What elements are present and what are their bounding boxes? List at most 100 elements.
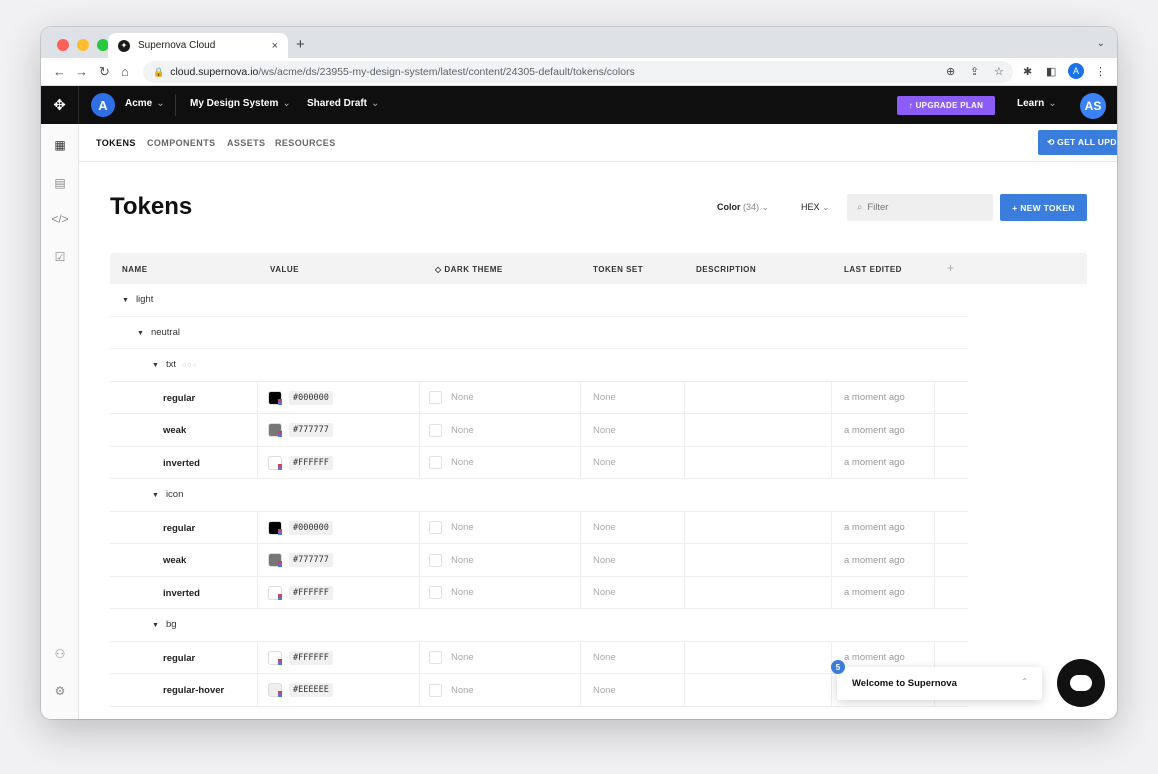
- welcome-widget[interactable]: Welcome to Supernova ⌃: [837, 667, 1042, 700]
- description-cell[interactable]: [684, 674, 831, 707]
- theme-checkbox[interactable]: [429, 683, 442, 697]
- value-cell[interactable]: #FFFFFF: [257, 576, 419, 609]
- value-cell[interactable]: #EEEEEE: [257, 674, 419, 707]
- theme-checkbox[interactable]: [429, 651, 442, 665]
- reload-icon[interactable]: ↻: [99, 64, 110, 80]
- token-set-cell[interactable]: None: [580, 414, 684, 447]
- new-token-button[interactable]: + NEW TOKEN: [1000, 194, 1087, 221]
- back-arrow-icon[interactable]: ←: [53, 64, 66, 79]
- table-row[interactable]: regular #000000 None None a moment ago: [110, 511, 968, 544]
- dark-theme-cell[interactable]: None: [419, 576, 580, 609]
- add-user-icon[interactable]: ⚇: [41, 647, 79, 661]
- address-bar[interactable]: 🔒 cloud.supernova.io/ws/acme/ds/23955-my…: [143, 61, 1013, 83]
- documentation-icon[interactable]: ▤: [41, 176, 79, 190]
- group-row-icon[interactable]: ▼ icon: [110, 479, 968, 512]
- token-set-cell[interactable]: None: [580, 544, 684, 577]
- close-window-button[interactable]: [57, 39, 69, 51]
- browser-menu-icon[interactable]: ⋮: [1095, 65, 1106, 78]
- code-icon[interactable]: </>: [41, 212, 79, 226]
- dark-theme-cell[interactable]: None: [419, 544, 580, 577]
- theme-checkbox[interactable]: [429, 586, 442, 600]
- caret-down-icon[interactable]: ▼: [152, 492, 159, 499]
- home-icon[interactable]: ⌂: [121, 64, 129, 79]
- description-cell[interactable]: [684, 641, 831, 674]
- column-header-token-set[interactable]: TOKEN SET: [593, 265, 643, 274]
- more-dots-icon[interactable]: ○○○: [182, 362, 198, 369]
- theme-checkbox[interactable]: [429, 391, 442, 405]
- theme-checkbox[interactable]: [429, 423, 442, 437]
- column-header-value[interactable]: VALUE: [270, 265, 299, 274]
- theme-checkbox[interactable]: [429, 456, 442, 470]
- dark-theme-cell[interactable]: None: [419, 641, 580, 674]
- tab-assets[interactable]: ASSETS: [227, 138, 265, 148]
- value-cell[interactable]: #FFFFFF: [257, 641, 419, 674]
- table-row[interactable]: weak #777777 None None a moment ago: [110, 544, 968, 577]
- new-tab-button[interactable]: +: [296, 36, 305, 53]
- version-switcher[interactable]: Shared Draft ⌄: [307, 98, 379, 109]
- dark-theme-cell[interactable]: None: [419, 674, 580, 707]
- get-all-updates-button[interactable]: ⟲ GET ALL UPDATES: [1038, 130, 1117, 155]
- description-cell[interactable]: [684, 576, 831, 609]
- group-row-bg[interactable]: ▼ bg: [110, 609, 968, 642]
- column-header-name[interactable]: NAME: [122, 265, 148, 274]
- theme-checkbox[interactable]: [429, 553, 442, 567]
- tokens-grid-icon[interactable]: ▦: [41, 138, 79, 152]
- extensions-icon[interactable]: ✱: [1023, 65, 1032, 78]
- description-cell[interactable]: [684, 414, 831, 447]
- tab-search-chevron-icon[interactable]: ⌄: [1097, 38, 1105, 49]
- color-format-dropdown[interactable]: HEX ⌄: [801, 202, 830, 213]
- token-set-cell[interactable]: None: [580, 511, 684, 544]
- description-cell[interactable]: [684, 446, 831, 479]
- tab-resources[interactable]: RESOURCES: [275, 138, 336, 148]
- dark-theme-cell[interactable]: None: [419, 414, 580, 447]
- filter-input[interactable]: [867, 202, 978, 213]
- add-column-icon[interactable]: +: [947, 261, 955, 275]
- table-row[interactable]: regular #000000 None None a moment ago: [110, 381, 968, 414]
- caret-down-icon[interactable]: ▼: [152, 362, 159, 369]
- table-row[interactable]: inverted #FFFFFF None None a moment ago: [110, 446, 968, 479]
- token-set-cell[interactable]: None: [580, 381, 684, 414]
- value-cell[interactable]: #000000: [257, 511, 419, 544]
- browser-tab[interactable]: ✦ Supernova Cloud ×: [108, 33, 288, 58]
- group-row-txt[interactable]: ▼ txt ○○○: [110, 349, 968, 382]
- user-avatar[interactable]: AS: [1080, 93, 1106, 119]
- dark-theme-cell[interactable]: None: [419, 381, 580, 414]
- value-cell[interactable]: #000000: [257, 381, 419, 414]
- value-cell[interactable]: #777777: [257, 414, 419, 447]
- minimize-window-button[interactable]: [77, 39, 89, 51]
- theme-checkbox[interactable]: [429, 521, 442, 535]
- dark-theme-cell[interactable]: None: [419, 511, 580, 544]
- tab-tokens[interactable]: TOKENS: [96, 138, 136, 148]
- forward-arrow-icon[interactable]: →: [75, 64, 88, 79]
- filter-field[interactable]: ⌕: [847, 194, 993, 221]
- chat-launcher-button[interactable]: [1057, 659, 1105, 707]
- description-cell[interactable]: [684, 544, 831, 577]
- caret-down-icon[interactable]: ▼: [122, 297, 129, 304]
- column-header-dark-theme[interactable]: ◇ DARK THEME: [435, 265, 503, 274]
- table-row[interactable]: weak #777777 None None a moment ago: [110, 414, 968, 447]
- token-type-dropdown[interactable]: Color (34) ⌄: [717, 202, 769, 213]
- value-cell[interactable]: #FFFFFF: [257, 446, 419, 479]
- workspace-switcher[interactable]: Acme ⌄: [125, 98, 165, 109]
- description-cell[interactable]: [684, 381, 831, 414]
- dark-theme-cell[interactable]: None: [419, 446, 580, 479]
- caret-down-icon[interactable]: ▼: [152, 622, 159, 629]
- token-set-cell[interactable]: None: [580, 674, 684, 707]
- browser-profile-avatar[interactable]: A: [1068, 63, 1084, 79]
- group-row-neutral[interactable]: ▼ neutral: [110, 317, 968, 349]
- share-icon[interactable]: ⇪: [970, 65, 979, 78]
- upgrade-plan-button[interactable]: ↑ UPGRADE PLAN: [897, 96, 995, 115]
- design-system-switcher[interactable]: My Design System ⌄: [190, 98, 291, 109]
- bookmark-star-icon[interactable]: ☆: [994, 65, 1004, 78]
- value-cell[interactable]: #777777: [257, 544, 419, 577]
- table-row[interactable]: inverted #FFFFFF None None a moment ago: [110, 576, 968, 609]
- tab-close-icon[interactable]: ×: [272, 40, 278, 52]
- caret-down-icon[interactable]: ▼: [137, 330, 144, 337]
- column-header-description[interactable]: DESCRIPTION: [696, 265, 756, 274]
- chevron-up-icon[interactable]: ⌃: [1021, 677, 1028, 686]
- checklist-icon[interactable]: ☑: [41, 250, 79, 264]
- settings-gear-icon[interactable]: ⚙: [41, 684, 79, 698]
- workspace-avatar[interactable]: A: [91, 93, 115, 117]
- column-header-last-edited[interactable]: LAST EDITED: [844, 265, 902, 274]
- tab-components[interactable]: COMPONENTS: [147, 138, 216, 148]
